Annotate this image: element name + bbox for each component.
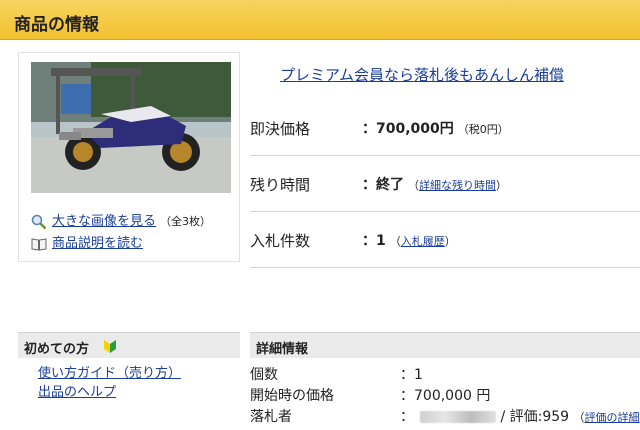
book-icon	[31, 236, 47, 252]
start-price-row: 開始時の価格 ：700,000 円	[250, 385, 640, 406]
beginner-heading: 初めての方	[24, 342, 90, 357]
usage-guide-link[interactable]: 使い方ガイド（売り方）	[38, 364, 181, 383]
beginner-links: 使い方ガイド（売り方） 出品のヘルプ	[38, 364, 181, 402]
magnifier-icon	[31, 214, 47, 230]
detail-table: 個数 ：1 開始時の価格 ：700,000 円 落札者 ： / 評価:959 （…	[250, 364, 640, 427]
winner-value: ： / 評価:959 （評価の詳細）	[400, 409, 640, 425]
bid-count-label: 入札件数	[250, 232, 311, 250]
page-title: 商品の情報	[14, 15, 99, 35]
image-count: （全3枚）	[160, 215, 212, 228]
detail-heading: 詳細情報	[256, 342, 309, 357]
beginner-section-header: 初めての方	[18, 332, 240, 358]
beginner-mark-icon	[104, 340, 116, 353]
image-panel: 大きな画像を見る （全3枚） 商品説明を読む	[18, 52, 240, 262]
start-price-label: 開始時の価格	[250, 388, 334, 404]
buyout-price-value: ：700,000円 （税0円）	[362, 121, 509, 137]
time-left-row: 残り時間 ：終了 （詳細な残り時間）	[250, 156, 640, 212]
start-price-value: ：700,000 円	[400, 388, 491, 404]
quantity-value: ：1	[400, 367, 423, 383]
rating-detail-link[interactable]: 評価の詳細	[585, 411, 640, 424]
enlarge-image-link[interactable]: 大きな画像を見る	[52, 212, 156, 232]
time-left-label: 残り時間	[250, 176, 311, 194]
read-description-row: 商品説明を読む	[31, 233, 211, 255]
bid-count-value: ：1 （入札履歴）	[362, 233, 456, 249]
buyout-price-label: 即決価格	[250, 120, 311, 138]
winner-rating: / 評価:959	[500, 409, 570, 425]
quantity-row: 個数 ：1	[250, 364, 640, 385]
quantity-label: 個数	[250, 367, 278, 383]
winner-row: 落札者 ： / 評価:959 （評価の詳細）	[250, 406, 640, 427]
time-detail-link[interactable]: 詳細な残り時間	[419, 179, 496, 192]
buyout-price-row: 即決価格 ：700,000円 （税0円）	[250, 100, 640, 156]
product-image[interactable]	[31, 62, 231, 193]
redacted-username	[420, 411, 496, 423]
enlarge-image-row: 大きな画像を見る （全3枚）	[31, 211, 211, 233]
detail-section-header: 詳細情報	[250, 332, 640, 358]
time-left-value: ：終了 （詳細な残り時間）	[362, 177, 507, 193]
section-header: 商品の情報	[0, 0, 640, 40]
tax-note: （税0円）	[457, 123, 509, 136]
premium-protection-link[interactable]: プレミアム会員なら落札後もあんしん補償	[280, 64, 564, 85]
bid-count-row: 入札件数 ：1 （入札履歴）	[250, 212, 640, 268]
listing-help-link[interactable]: 出品のヘルプ	[38, 383, 181, 402]
bid-history-link[interactable]: 入札履歴	[401, 235, 445, 248]
read-description-link[interactable]: 商品説明を読む	[52, 234, 143, 254]
winner-label: 落札者	[250, 409, 292, 425]
